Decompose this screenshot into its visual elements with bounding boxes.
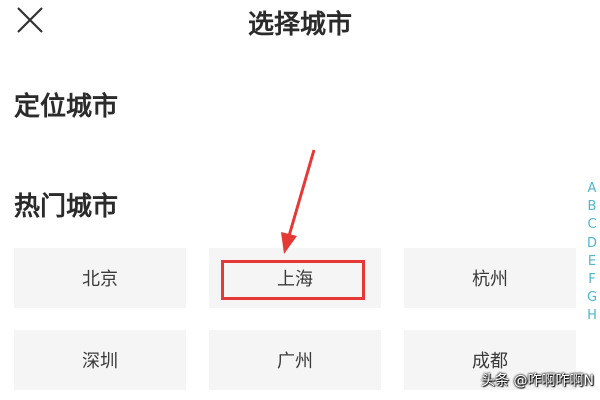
index-letter-a[interactable]: A: [588, 180, 597, 198]
index-letter-f[interactable]: F: [588, 271, 595, 289]
index-letter-d[interactable]: D: [587, 235, 597, 253]
index-letter-c[interactable]: C: [587, 216, 596, 234]
index-letter-e[interactable]: E: [588, 253, 596, 271]
city-button-shenzhen[interactable]: 深圳: [14, 330, 186, 390]
alphabet-index-bar[interactable]: A B C D E F G H: [584, 180, 600, 326]
hot-city-heading: 热门城市: [14, 192, 119, 222]
watermark: 头条 @咋啊咋啊N: [481, 373, 594, 389]
page-title: 选择城市: [247, 10, 352, 40]
located-city-heading: 定位城市: [14, 92, 119, 122]
city-button-shanghai[interactable]: 上海: [209, 248, 381, 308]
index-letter-g[interactable]: G: [587, 289, 597, 307]
index-letter-h[interactable]: H: [587, 307, 597, 325]
index-letter-b[interactable]: B: [588, 198, 597, 216]
city-button-hangzhou[interactable]: 杭州: [404, 248, 576, 308]
city-button-beijing[interactable]: 北京: [14, 248, 186, 308]
city-button-guangzhou[interactable]: 广州: [209, 330, 381, 390]
